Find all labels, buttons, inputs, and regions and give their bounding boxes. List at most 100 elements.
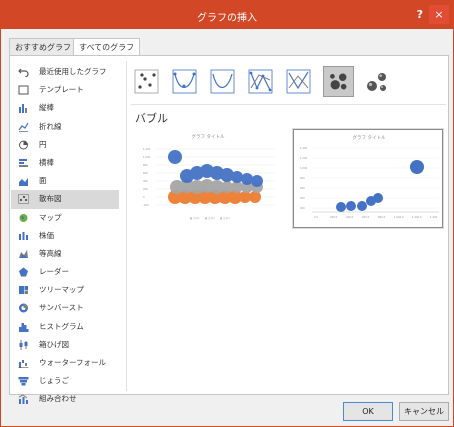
- sidebar-item-label: サンバースト: [39, 303, 84, 313]
- svg-text:800: 800: [143, 163, 148, 167]
- sidebar-item-label: ヒストグラム: [39, 321, 84, 331]
- surface-chart-icon: [19, 249, 28, 258]
- map-icon: [19, 213, 28, 222]
- sidebar-item-label: 等高線: [39, 248, 62, 258]
- svg-text:1,000.0: 1,000.0: [394, 215, 404, 219]
- sidebar-item-label: マップ: [39, 212, 62, 222]
- bubble-preview-1[interactable]: グラフ タイトル 1,200 1,000 800 600 400 200 0 -200: [135, 129, 281, 228]
- scatter-markers-icon[interactable]: [131, 66, 162, 97]
- sidebar-item-sunburst[interactable]: サンバースト: [11, 299, 119, 317]
- svg-text:200.0: 200.0: [330, 215, 338, 219]
- sidebar-item-pie[interactable]: 円: [11, 136, 119, 154]
- sidebar-item-surface[interactable]: 等高線: [11, 245, 119, 263]
- area-chart-icon: [19, 178, 28, 187]
- ok-button[interactable]: OK: [343, 402, 393, 421]
- undo-icon: [18, 68, 29, 77]
- title-bar: グラフの挿入 ? ×: [1, 1, 453, 29]
- waterfall-icon: [18, 360, 29, 368]
- tab-recommended-charts[interactable]: おすすめグラフ: [9, 38, 74, 56]
- svg-text:1,000: 1,000: [300, 166, 308, 170]
- sidebar-item-box-whisker[interactable]: 箱ひげ図: [11, 336, 119, 354]
- svg-text:0.0: 0.0: [314, 215, 318, 219]
- scatter-chart-icon: [18, 194, 29, 205]
- sidebar-item-label: 縦棒: [39, 103, 54, 113]
- svg-text:■ 系列3: ■ 系列3: [220, 216, 230, 220]
- svg-text:1,200: 1,200: [300, 156, 308, 160]
- svg-text:400: 400: [300, 196, 305, 200]
- svg-text:■ 系列1: ■ 系列1: [190, 216, 200, 220]
- svg-text:1,000: 1,000: [143, 155, 151, 159]
- preview-title: グラフ タイトル: [353, 134, 386, 141]
- sidebar-item-scatter[interactable]: 散布図: [11, 190, 119, 209]
- sidebar-item-bar[interactable]: 横棒: [11, 154, 119, 172]
- sidebar-item-label: 面: [39, 176, 47, 186]
- svg-text:600.0: 600.0: [362, 215, 370, 219]
- sidebar-item-column[interactable]: 縦棒: [11, 99, 119, 117]
- funnel-icon: [18, 377, 29, 386]
- template-icon: [18, 85, 29, 95]
- svg-text:200: 200: [143, 187, 148, 191]
- combo-chart-icon: [18, 394, 28, 405]
- sidebar-item-label: 株価: [39, 230, 54, 240]
- sidebar-item-line[interactable]: 折れ線: [11, 118, 119, 136]
- sidebar-item-radar[interactable]: レーダー: [11, 263, 119, 281]
- sidebar-item-label: 横棒: [39, 157, 54, 167]
- bubble-icon[interactable]: [323, 66, 354, 97]
- scatter-smooth-markers-icon[interactable]: [169, 66, 200, 97]
- svg-text:600: 600: [300, 186, 305, 190]
- sidebar-item-label: 散布図: [39, 194, 62, 204]
- pie-chart-icon: [19, 140, 28, 150]
- sidebar-item-histogram[interactable]: ヒストグラム: [11, 318, 119, 336]
- box-whisker-icon: [19, 339, 28, 350]
- histogram-icon: [19, 322, 29, 332]
- treemap-icon: [19, 286, 28, 295]
- preview-chart-1: グラフ タイトル 1,2001,000800600 4002000-200 ■ …: [143, 133, 275, 220]
- svg-text:1,400: 1,400: [300, 146, 308, 150]
- column-chart-icon: [19, 104, 27, 114]
- bubble-3d-icon[interactable]: [362, 66, 393, 97]
- sidebar-item-label: 円: [39, 139, 47, 149]
- sidebar-item-label: 最近使用したグラフ: [39, 67, 107, 76]
- gallery-divider: [131, 104, 446, 105]
- sidebar-item-combo[interactable]: 組み合わせ: [11, 390, 119, 408]
- sidebar-item-recent[interactable]: 最近使用したグラフ: [11, 63, 119, 81]
- sidebar-item-map[interactable]: マップ: [11, 209, 119, 227]
- sidebar-item-treemap[interactable]: ツリーマップ: [11, 281, 119, 299]
- svg-text:800: 800: [300, 176, 305, 180]
- sidebar-item-label: レーダー: [39, 267, 69, 277]
- scatter-smooth-icon[interactable]: [207, 66, 238, 97]
- scatter-straight-icon[interactable]: [283, 66, 314, 97]
- sidebar-item-area[interactable]: 面: [11, 172, 119, 190]
- svg-text:400: 400: [143, 179, 148, 183]
- cancel-button[interactable]: キャンセル: [399, 402, 449, 421]
- section-title: バブル: [135, 112, 168, 125]
- svg-text:1,400: 1,400: [430, 215, 438, 219]
- sunburst-icon: [19, 303, 28, 313]
- svg-text:0: 0: [143, 195, 145, 199]
- sidebar-item-funnel[interactable]: じょうご: [11, 372, 119, 390]
- line-chart-icon: [18, 122, 29, 132]
- stock-chart-icon: [19, 231, 28, 240]
- tab-all-charts[interactable]: すべてのグラフ: [73, 38, 140, 56]
- sidebar-item-label: 箱ひげ図: [39, 339, 69, 349]
- sidebar-item-stock[interactable]: 株価: [11, 227, 119, 245]
- sidebar-item-label: ツリーマップ: [39, 285, 84, 295]
- sidebar-item-templates[interactable]: テンプレート: [11, 81, 119, 99]
- sidebar-item-label: ウォーターフォール: [39, 358, 107, 367]
- sidebar-item-label: じょうご: [39, 376, 69, 386]
- sidebar-item-label: 組み合わせ: [39, 394, 77, 404]
- bubble-preview-2[interactable]: グラフ タイトル 1,400 1,200 1,000 800 600 400 200 0.…: [293, 129, 443, 228]
- preview-chart-2: グラフ タイトル 1,400 1,200 1,000 800 600 400 200 0.…: [300, 134, 439, 219]
- close-button[interactable]: ×: [429, 5, 449, 24]
- scatter-straight-markers-icon[interactable]: [245, 66, 276, 97]
- svg-text:1,200: 1,200: [143, 147, 151, 151]
- sidebar-item-label: テンプレート: [39, 85, 84, 95]
- sidebar-item-label: 折れ線: [39, 121, 62, 131]
- svg-text:600: 600: [143, 171, 148, 175]
- sidebar-item-waterfall[interactable]: ウォーターフォール: [11, 354, 119, 372]
- dialog-title: グラフの挿入: [197, 13, 257, 24]
- radar-chart-icon: [19, 267, 28, 277]
- svg-text:-200: -200: [143, 203, 149, 207]
- insert-chart-dialog: グラフの挿入 ? × おすすめグラフ すべてのグラフ 最近使用したグラフ テンプ…: [0, 0, 454, 427]
- help-icon[interactable]: ?: [417, 8, 423, 21]
